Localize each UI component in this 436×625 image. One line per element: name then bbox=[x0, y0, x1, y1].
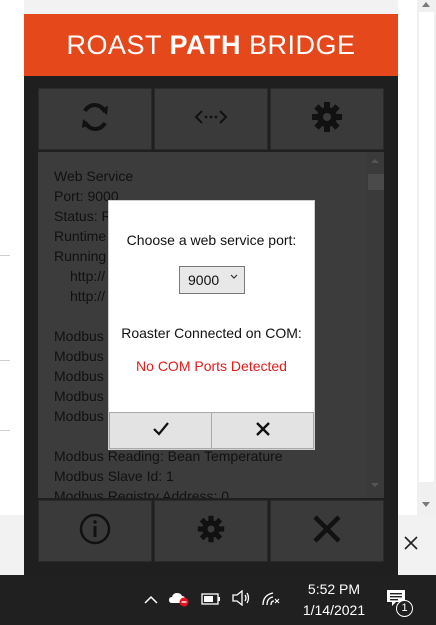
chevron-down-icon bbox=[230, 272, 238, 283]
status-line: Modbus bbox=[54, 348, 104, 364]
refresh-icon bbox=[78, 100, 112, 139]
wifi-icon bbox=[261, 589, 281, 611]
scroll-up-arrow[interactable] bbox=[371, 159, 379, 163]
bottom-toolbar bbox=[38, 500, 384, 562]
code-button[interactable] bbox=[154, 88, 268, 150]
close-icon[interactable] bbox=[400, 534, 422, 556]
title-part-path: PATH bbox=[169, 30, 241, 60]
info-icon bbox=[78, 512, 112, 551]
title-part-roast: ROAST bbox=[66, 30, 170, 60]
status-line: Modbus bbox=[54, 328, 104, 344]
confirm-button[interactable] bbox=[109, 412, 212, 449]
app-header: ROAST PATH BRIDGE bbox=[24, 14, 398, 76]
status-line: Modbus bbox=[54, 368, 104, 384]
status-line: Modbus Registry Address: 0 bbox=[54, 488, 230, 498]
scrollbar-thumb[interactable] bbox=[419, 12, 434, 482]
checkmark-icon bbox=[152, 420, 169, 441]
battery-tray-button[interactable] bbox=[198, 575, 224, 625]
port-select-value: 9000 bbox=[188, 272, 220, 288]
info-button[interactable] bbox=[38, 500, 152, 562]
status-line: Running bbox=[54, 248, 107, 264]
background-window-left bbox=[0, 0, 24, 515]
refresh-button[interactable] bbox=[38, 88, 152, 150]
notification-count-badge: 1 bbox=[396, 600, 413, 617]
network-tray-button[interactable] bbox=[258, 575, 284, 625]
show-hidden-icons-button[interactable] bbox=[140, 575, 162, 625]
top-toolbar bbox=[38, 88, 384, 150]
scroll-down-arrow[interactable] bbox=[371, 483, 379, 487]
taskbar: 5:52 PM 1/14/2021 1 bbox=[0, 575, 436, 625]
code-icon bbox=[194, 107, 228, 132]
cancel-button[interactable] bbox=[211, 412, 314, 449]
cloud-error-icon bbox=[168, 589, 190, 611]
port-dialog: Choose a web service port: 9000 Roaster … bbox=[108, 200, 315, 450]
settings-button[interactable] bbox=[270, 88, 384, 150]
status-line: http:// bbox=[70, 268, 106, 284]
speaker-icon bbox=[231, 589, 251, 610]
scrollbar-thumb[interactable] bbox=[368, 174, 384, 190]
gear-icon bbox=[310, 100, 344, 139]
status-scrollbar[interactable] bbox=[366, 152, 384, 498]
divider bbox=[0, 430, 10, 431]
roaster-com-label: Roaster Connected on COM: bbox=[121, 325, 302, 341]
gear-icon bbox=[196, 514, 226, 549]
status-line: Runtime bbox=[54, 228, 107, 244]
status-line: Web Service bbox=[54, 168, 134, 184]
battery-icon bbox=[201, 592, 221, 609]
close-icon bbox=[311, 513, 343, 550]
close-icon bbox=[255, 420, 270, 441]
scroll-up-arrow[interactable] bbox=[422, 2, 430, 7]
settings-button[interactable] bbox=[154, 500, 268, 562]
title-part-bridge: BRIDGE bbox=[241, 30, 356, 60]
chevron-up-icon bbox=[144, 592, 158, 609]
onedrive-tray-button[interactable] bbox=[166, 575, 192, 625]
close-app-button[interactable] bbox=[270, 500, 384, 562]
divider bbox=[0, 255, 10, 256]
volume-tray-button[interactable] bbox=[228, 575, 254, 625]
taskbar-clock[interactable]: 5:52 PM 1/14/2021 bbox=[286, 579, 382, 623]
dialog-buttons bbox=[109, 412, 314, 449]
status-line: Modbus Slave Id: 1 bbox=[54, 468, 174, 484]
port-select[interactable]: 9000 bbox=[179, 266, 245, 294]
status-line: Modbus Reading: Bean Temperature bbox=[54, 448, 283, 464]
port-prompt-label: Choose a web service port: bbox=[126, 232, 297, 248]
status-line: http:// bbox=[70, 288, 106, 304]
background-scrollbar[interactable] bbox=[417, 0, 436, 515]
divider bbox=[0, 360, 10, 361]
status-line: Modbus bbox=[54, 388, 104, 404]
scroll-down-arrow[interactable] bbox=[422, 502, 430, 507]
clock-time: 5:52 PM bbox=[307, 581, 361, 597]
status-line: Modbus bbox=[54, 408, 104, 424]
com-error-text: No COM Ports Detected bbox=[136, 358, 287, 374]
status-line: Status: R bbox=[54, 208, 112, 224]
clock-date: 1/14/2021 bbox=[302, 602, 366, 618]
